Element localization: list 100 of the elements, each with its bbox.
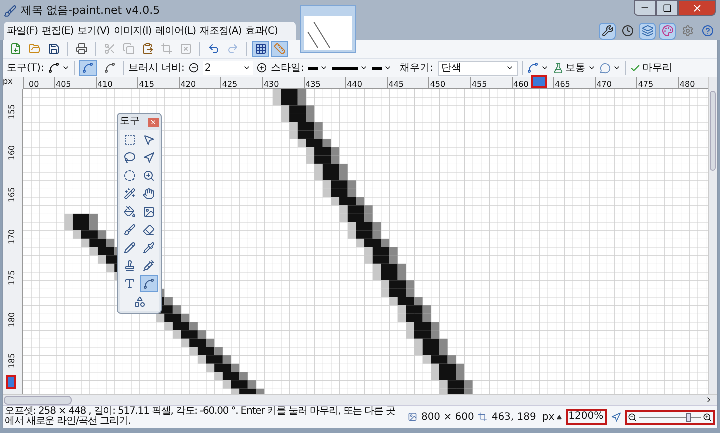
lasso-icon: [124, 152, 136, 164]
close-button[interactable]: [678, 0, 716, 16]
ruler-label: 160: [7, 146, 18, 162]
shape-type-dropdown[interactable]: [526, 62, 549, 74]
ruler-label: 175: [7, 270, 18, 286]
paste-icon: [142, 43, 154, 55]
menu-item[interactable]: 편집(E): [41, 24, 75, 38]
cursor-position: 463, 189: [492, 410, 536, 424]
ruler-label: 170: [7, 228, 18, 244]
ruler-label: 00: [28, 80, 40, 89]
minimize-button[interactable]: [634, 0, 656, 16]
ruler-label: 185: [7, 354, 18, 369]
curve-icon: [104, 62, 116, 74]
ruler-label: 450: [429, 80, 446, 89]
wand-icon: [124, 188, 136, 200]
zoom-in-icon[interactable]: [702, 412, 712, 422]
ruler-label: 425: [221, 80, 238, 89]
curve-icon: [143, 278, 155, 290]
line-start-icon: [308, 66, 318, 70]
caret-icon: [612, 64, 621, 72]
zoom-slider-thumb[interactable]: [686, 412, 691, 422]
ruler-icon: [274, 43, 286, 55]
menu-item[interactable]: 레이어(L): [154, 24, 197, 38]
zoom-slider[interactable]: [624, 410, 715, 424]
curve-icon: [82, 62, 94, 74]
brush-icon: [124, 224, 136, 236]
caret-icon: [384, 64, 392, 72]
brush-width-label: 브러시 너비:: [128, 62, 185, 76]
status-message: 오프셋: 258 × 448 , 길이: 517.11 픽셀, 각도: -60.00 °. Enter 키를 눌러 마무리, 또는 다른 곳에서 새로운 라인/곡선 그리기.: [5, 407, 396, 427]
ruler-label: 480: [678, 80, 696, 89]
line-style-dropdown[interactable]: [332, 64, 368, 72]
zoom-level[interactable]: 1200%: [566, 409, 607, 425]
line-end-dropdown[interactable]: [372, 64, 392, 72]
tool-label: 도구(T):: [7, 62, 44, 76]
close-icon: [692, 2, 702, 14]
palette-button[interactable]: [659, 22, 676, 40]
fill-dropdown[interactable]: 단색: [438, 60, 518, 76]
layers-button[interactable]: [639, 22, 656, 40]
menu-item[interactable]: 보기(V): [76, 24, 111, 38]
menu-item[interactable]: 효과(C): [244, 24, 279, 38]
caret-icon: [540, 64, 549, 72]
ruler-label: 415: [138, 80, 154, 89]
ruler-label: 435: [304, 80, 321, 89]
new-file-icon: [10, 43, 22, 55]
line-end-icon: [372, 66, 382, 70]
caret-icon: [320, 64, 328, 72]
ruler-label: 475: [637, 80, 654, 89]
ruler-label: 465: [554, 80, 570, 89]
close-icon: [150, 118, 157, 126]
tool-picker-button[interactable]: [48, 62, 70, 74]
wrench-button[interactable]: [599, 22, 616, 40]
grid-button[interactable]: [252, 41, 269, 57]
menu-item[interactable]: 파일(F): [6, 24, 40, 38]
save-icon: [48, 43, 60, 55]
scroll-right-icon[interactable]: [705, 396, 713, 404]
vertical-scrollbar[interactable]: [708, 77, 717, 394]
decrease-icon[interactable]: [188, 63, 199, 73]
ruler-unit: px: [3, 77, 13, 87]
undo-icon: [208, 43, 220, 55]
window-title: 제목 없음-paint.net v4.0.5: [21, 2, 160, 19]
pointer-icon: [143, 134, 155, 146]
maximize-button[interactable]: [656, 0, 678, 16]
zoom-out-icon[interactable]: [628, 412, 637, 422]
menu-item[interactable]: 재조정(A): [198, 24, 243, 38]
brush-width-field[interactable]: 2: [202, 61, 253, 75]
close-button[interactable]: [148, 118, 159, 126]
horizontal-scrollbar[interactable]: [3, 394, 717, 405]
curve-mode-button[interactable]: [79, 60, 98, 76]
scrollbar-thumb[interactable]: [710, 91, 716, 171]
layers-icon: [642, 25, 654, 37]
line-start-dropdown[interactable]: [308, 64, 328, 72]
menu-item[interactable]: 이미지(I): [112, 24, 153, 38]
arrow-icon: [143, 152, 155, 164]
scrollbar-thumb[interactable]: [4, 396, 72, 404]
style-label: 스타일:: [270, 62, 304, 76]
copy-icon: [122, 43, 134, 55]
curve-tool-button[interactable]: [140, 275, 158, 292]
shapes-icon: [134, 296, 146, 308]
image-thumbnail-drawing: [304, 16, 352, 50]
fill-label: 채우기:: [400, 62, 434, 76]
tools-window-title: 도구: [120, 117, 140, 127]
cursor-position-marker: [531, 75, 547, 88]
unit-dropdown[interactable]: px: [542, 410, 562, 424]
check-icon: [630, 62, 641, 74]
clock-icon: [622, 25, 634, 37]
increase-icon[interactable]: [256, 63, 267, 73]
caret-icon: [62, 64, 70, 72]
redo-icon: [226, 43, 238, 55]
pipette-icon: [143, 242, 155, 254]
curve-icon: [48, 62, 60, 74]
caret-icon: [588, 64, 596, 72]
caret-icon: [556, 414, 562, 420]
image-size: 800 × 600: [421, 410, 474, 424]
blend-mode-dropdown[interactable]: 보통: [552, 60, 596, 76]
ruler-label: 455: [470, 80, 488, 89]
grid-icon: [254, 43, 266, 55]
ruler-label: 155: [7, 104, 18, 120]
finish-button[interactable]: 마무리: [630, 60, 673, 76]
dashed-circle-icon: [124, 170, 136, 182]
antialiasing-dropdown[interactable]: [600, 62, 621, 74]
